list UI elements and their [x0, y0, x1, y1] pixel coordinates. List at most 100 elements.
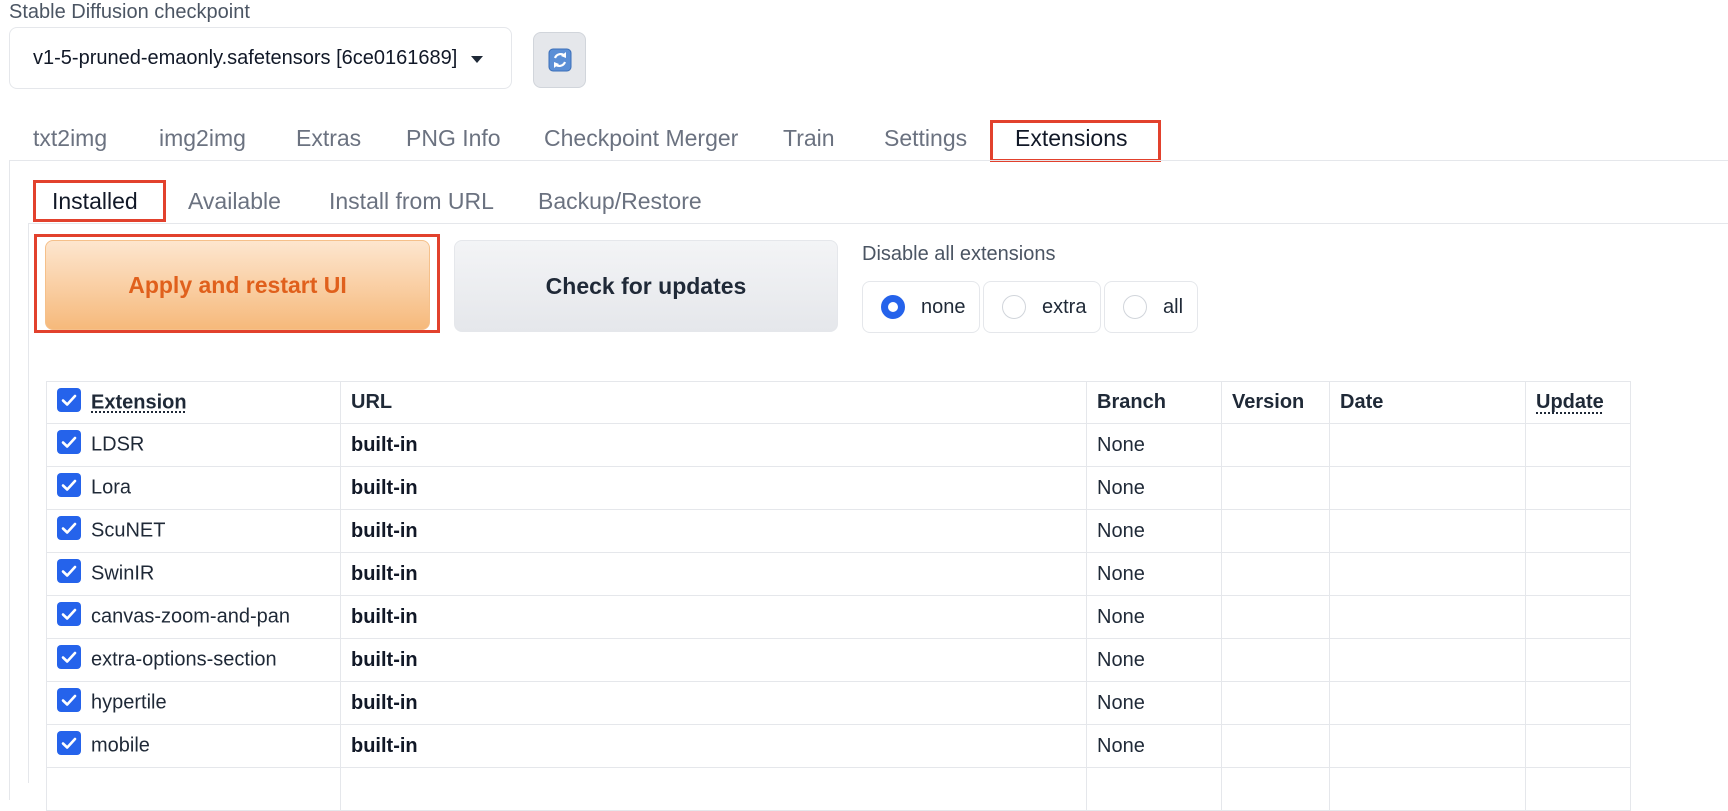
table-row: hypertile built-in None	[46, 681, 1631, 725]
cell-extension: mobile	[46, 724, 341, 768]
header-extension: Extension	[46, 381, 341, 424]
table-row: mobile built-in None	[46, 724, 1631, 768]
cell-extension: LDSR	[46, 423, 341, 467]
table-row: canvas-zoom-and-pan built-in None	[46, 595, 1631, 639]
cell-date	[1329, 552, 1526, 596]
cell-branch: None	[1086, 595, 1222, 639]
cell-branch: None	[1086, 466, 1222, 510]
header-branch: Branch	[1086, 381, 1222, 424]
select-all-checkbox[interactable]	[57, 387, 81, 412]
extension-enabled-checkbox[interactable]	[57, 602, 81, 626]
table-row: LDSR built-in None	[46, 423, 1631, 467]
tab-settings[interactable]: Settings	[884, 114, 967, 162]
cell-date	[1329, 595, 1526, 639]
checkpoint-label: Stable Diffusion checkpoint	[9, 1, 250, 23]
cell-url	[340, 767, 1087, 811]
tab-train[interactable]: Train	[783, 114, 835, 162]
refresh-checkpoint-button[interactable]	[533, 32, 586, 88]
header-date: Date	[1329, 381, 1526, 424]
radio-none[interactable]: none	[862, 281, 980, 333]
extension-enabled-checkbox[interactable]	[57, 473, 81, 497]
cell-update	[1525, 595, 1631, 639]
cell-version	[1221, 767, 1330, 811]
cell-update	[1525, 681, 1631, 725]
refresh-icon	[548, 48, 571, 72]
cell-branch	[1086, 767, 1222, 811]
header-update-label[interactable]: Update	[1536, 391, 1604, 413]
cell-update	[1525, 724, 1631, 768]
extension-enabled-checkbox[interactable]	[57, 731, 81, 755]
tab-extras[interactable]: Extras	[296, 114, 361, 162]
extension-enabled-checkbox[interactable]	[57, 688, 81, 712]
cell-update	[1525, 552, 1631, 596]
check-icon	[61, 651, 77, 663]
check-icon	[61, 694, 77, 706]
radio-extra-label: extra	[1042, 295, 1087, 318]
table-row: Lora built-in None	[46, 466, 1631, 510]
tab-extensions[interactable]: Extensions	[1015, 114, 1128, 162]
cell-date	[1329, 509, 1526, 553]
cell-url: built-in	[340, 638, 1087, 682]
cell-branch: None	[1086, 423, 1222, 467]
cell-date	[1329, 724, 1526, 768]
check-icon	[61, 436, 77, 448]
tab-txt2img[interactable]: txt2img	[33, 114, 107, 162]
cell-url: built-in	[340, 552, 1087, 596]
extension-name: SwinIR	[91, 562, 155, 585]
tab-installed[interactable]: Installed	[52, 178, 138, 224]
extension-enabled-checkbox[interactable]	[57, 559, 81, 583]
cell-branch: None	[1086, 724, 1222, 768]
cell-branch: None	[1086, 681, 1222, 725]
cell-version	[1221, 595, 1330, 639]
cell-version	[1221, 638, 1330, 682]
check-icon	[61, 522, 77, 534]
extension-enabled-checkbox[interactable]	[57, 645, 81, 669]
table-row: ScuNET built-in None	[46, 509, 1631, 553]
tab-available[interactable]: Available	[188, 178, 281, 224]
extension-name: hypertile	[91, 691, 167, 714]
apply-and-restart-button[interactable]: Apply and restart UI	[45, 240, 430, 330]
tab-backup-restore[interactable]: Backup/Restore	[538, 178, 702, 224]
tab-install-from-url[interactable]: Install from URL	[329, 178, 494, 224]
radio-unselected-icon	[1002, 295, 1026, 319]
cell-extension	[46, 767, 341, 811]
tab-img2img[interactable]: img2img	[159, 114, 246, 162]
cell-version	[1221, 552, 1330, 596]
extension-name: extra-options-section	[91, 648, 277, 671]
extension-name: Lora	[91, 476, 132, 499]
disable-extensions-label: Disable all extensions	[862, 243, 1056, 265]
check-icon	[61, 394, 77, 406]
radio-all-label: all	[1163, 295, 1184, 318]
main-tabs: txt2img img2img Extras PNG Info Checkpoi…	[0, 114, 1728, 162]
extension-enabled-checkbox[interactable]	[57, 516, 81, 540]
extensions-table: Extension URL Branch Version Date Update…	[46, 381, 1631, 811]
subpanel-border	[28, 223, 29, 783]
extension-name: canvas-zoom-and-pan	[91, 605, 290, 628]
table-row	[46, 767, 1631, 811]
radio-extra[interactable]: extra	[983, 281, 1101, 333]
cell-extension: ScuNET	[46, 509, 341, 553]
extension-enabled-checkbox[interactable]	[57, 430, 81, 454]
cell-extension: hypertile	[46, 681, 341, 725]
cell-update	[1525, 767, 1631, 811]
radio-selected-icon	[881, 295, 905, 319]
cell-url: built-in	[340, 595, 1087, 639]
cell-branch: None	[1086, 509, 1222, 553]
checkpoint-dropdown[interactable]: v1-5-pruned-emaonly.safetensors [6ce0161…	[9, 27, 512, 89]
extension-name: ScuNET	[91, 519, 166, 542]
radio-none-label: none	[921, 295, 966, 318]
header-extension-label[interactable]: Extension	[91, 391, 187, 413]
tab-png-info[interactable]: PNG Info	[406, 114, 501, 162]
table-row: extra-options-section built-in None	[46, 638, 1631, 682]
cell-url: built-in	[340, 724, 1087, 768]
cell-branch: None	[1086, 638, 1222, 682]
cell-url: built-in	[340, 423, 1087, 467]
cell-update	[1525, 509, 1631, 553]
cell-date	[1329, 767, 1526, 811]
tab-checkpoint-merger[interactable]: Checkpoint Merger	[544, 114, 738, 162]
cell-version	[1221, 724, 1330, 768]
radio-all[interactable]: all	[1104, 281, 1198, 333]
check-for-updates-button[interactable]: Check for updates	[454, 240, 838, 332]
cell-extension: SwinIR	[46, 552, 341, 596]
check-icon	[61, 737, 77, 749]
